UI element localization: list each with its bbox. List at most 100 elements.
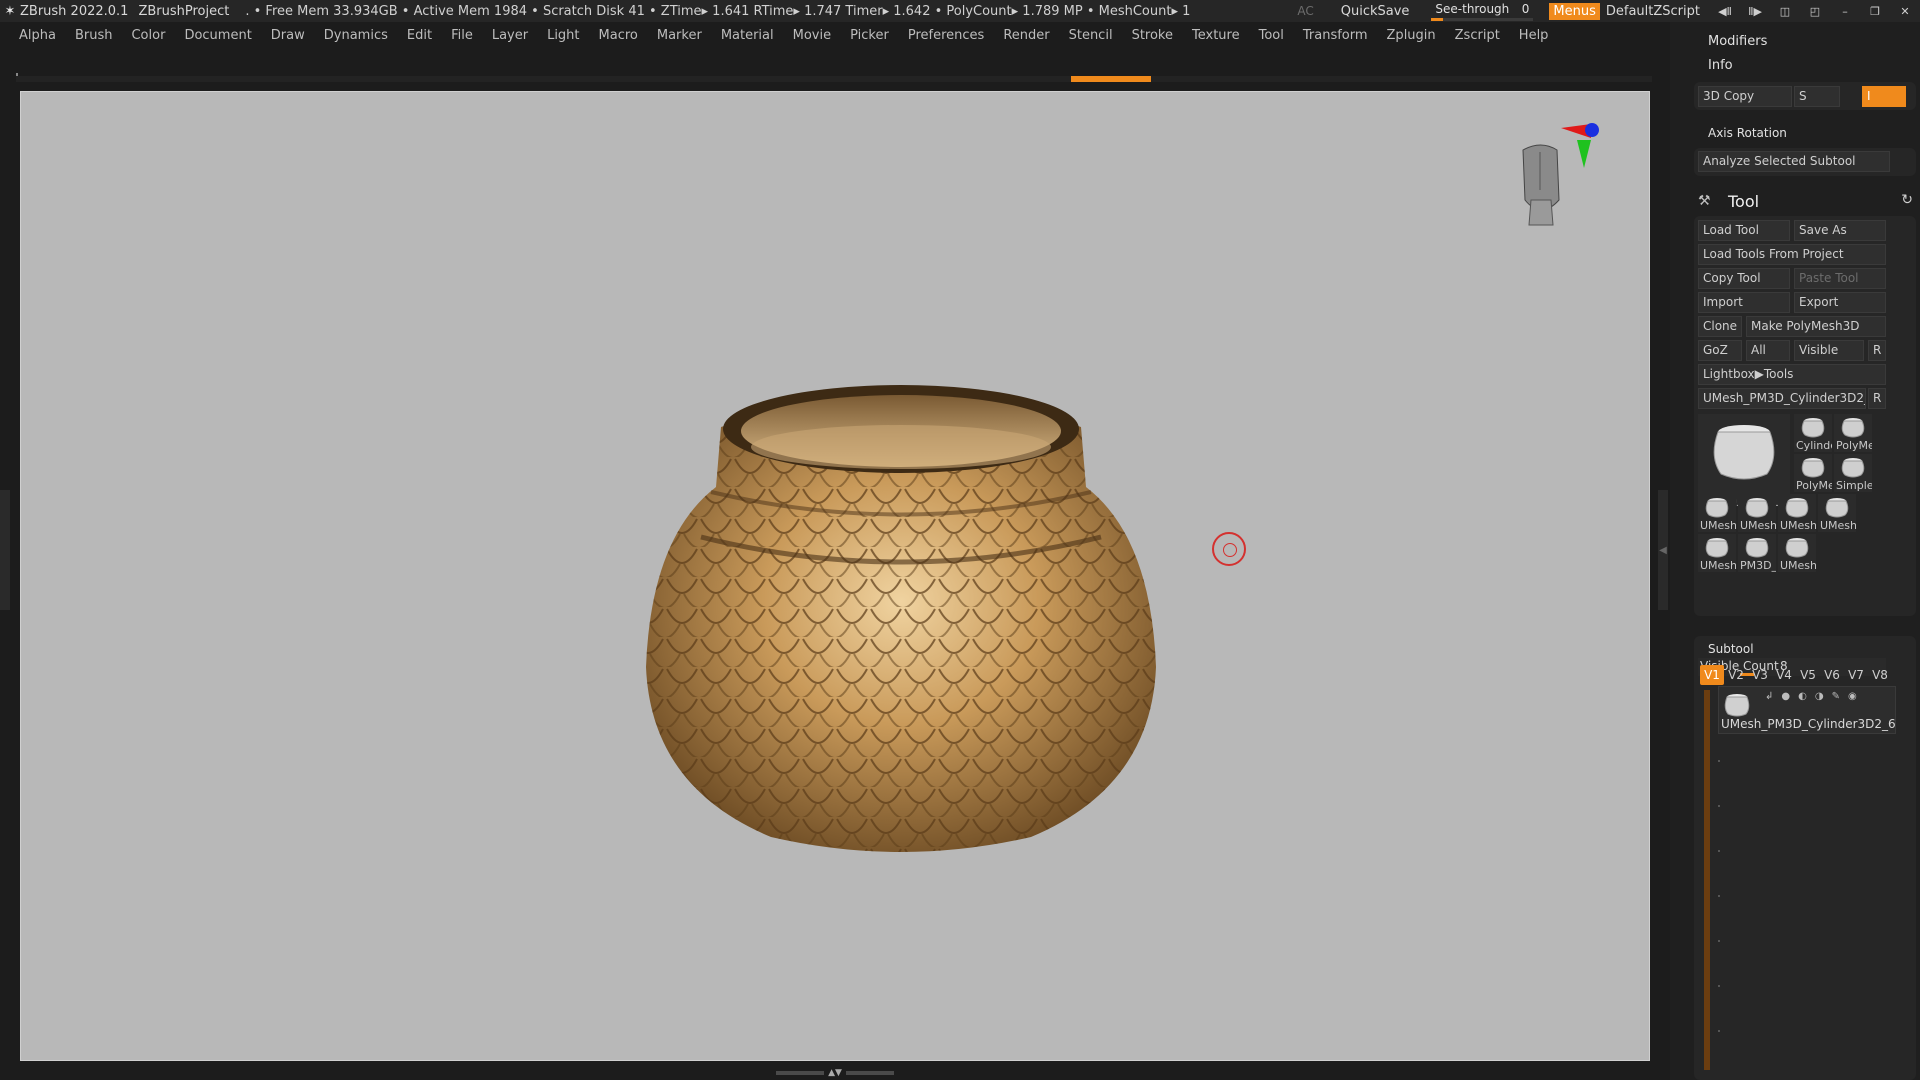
menu-zplugin[interactable]: Zplugin — [1387, 28, 1436, 43]
modifiers-header[interactable]: Modifiers — [1708, 34, 1767, 49]
menu-color[interactable]: Color — [131, 28, 165, 43]
restore-icon[interactable]: ❐ — [1863, 3, 1887, 19]
menu-alpha[interactable]: Alpha — [19, 28, 56, 43]
see-through-slider[interactable]: See-through 0 — [1431, 1, 1534, 21]
analyze-selected-subtool-button[interactable]: Analyze Selected Subtool — [1698, 151, 1890, 172]
menu-macro[interactable]: Macro — [599, 28, 638, 43]
goz-visible-button[interactable]: Visible — [1794, 340, 1864, 361]
visibility-tab-v2[interactable]: V2 — [1724, 665, 1748, 685]
save-as-button[interactable]: Save As — [1794, 220, 1886, 241]
reset-icon[interactable]: ↻ — [1901, 192, 1913, 208]
visibility-tab-v8[interactable]: V8 — [1868, 665, 1892, 685]
tool-thumbnail[interactable]: UMesh_ — [1738, 494, 1776, 532]
menu-document[interactable]: Document — [184, 28, 251, 43]
ui-layout2-icon[interactable]: ◰ — [1803, 3, 1827, 19]
subtool-polypaint-icon[interactable]: ● — [1781, 691, 1790, 702]
menu-draw[interactable]: Draw — [271, 28, 305, 43]
menu-edit[interactable]: Edit — [407, 28, 432, 43]
visibility-tab-v6[interactable]: V6 — [1820, 665, 1844, 685]
menu-dynamics[interactable]: Dynamics — [324, 28, 388, 43]
see-through-thumb[interactable] — [1431, 18, 1444, 21]
subtool-solo-icon[interactable]: ◐ — [1798, 691, 1807, 702]
s-button[interactable]: S — [1794, 86, 1840, 107]
menu-file[interactable]: File — [451, 28, 473, 43]
ui-layout-icon[interactable]: ◫ — [1773, 3, 1797, 19]
tool-thumbnail[interactable]: PolyMes — [1834, 414, 1872, 452]
subtool-eye-icon[interactable]: ◉ — [1848, 691, 1857, 702]
subtool-header[interactable]: Subtool — [1708, 642, 1754, 656]
orientation-gizmo[interactable] — [1511, 120, 1601, 260]
visibility-tab-v3[interactable]: V3 — [1748, 665, 1772, 685]
menu-stroke[interactable]: Stroke — [1132, 28, 1173, 43]
tool-thumbnail[interactable]: UMesh_ — [1778, 494, 1816, 532]
load-tools-from-project-button[interactable]: Load Tools From Project — [1698, 244, 1886, 265]
goz-r-button[interactable]: R — [1868, 340, 1886, 361]
menu-light[interactable]: Light — [547, 28, 579, 43]
menu-marker[interactable]: Marker — [657, 28, 702, 43]
menu-stencil[interactable]: Stencil — [1069, 28, 1113, 43]
visibility-tab-v1[interactable]: V1 — [1700, 665, 1724, 685]
copy-tool-button[interactable]: Copy Tool — [1698, 268, 1790, 289]
axis-rotation-header[interactable]: Axis Rotation — [1708, 126, 1787, 140]
3d-copy-button[interactable]: 3D Copy — [1698, 86, 1792, 107]
subtool-dynamic-icon[interactable]: ◑ — [1815, 691, 1824, 702]
menu-picker[interactable]: Picker — [850, 28, 889, 43]
load-tool-button[interactable]: Load Tool — [1698, 220, 1790, 241]
tool-thumbnail[interactable]: Cylinder — [1794, 414, 1832, 452]
menu-layer[interactable]: Layer — [492, 28, 528, 43]
menu-render[interactable]: Render — [1003, 28, 1049, 43]
goz-button[interactable]: GoZ — [1698, 340, 1742, 361]
subtool-visibility-tabs: V1 V2 V3 V4 V5 V6 V7 V8 — [1700, 665, 1892, 685]
subtool-arrow-icon[interactable]: ↲ — [1765, 691, 1773, 702]
make-polymesh3d-button[interactable]: Make PolyMesh3D — [1746, 316, 1886, 337]
bottom-tray-handle[interactable]: ▲▼ — [770, 1068, 900, 1078]
menu-help[interactable]: Help — [1519, 28, 1549, 43]
current-tool-r-button[interactable]: R — [1868, 388, 1886, 409]
subtool-name: UMesh_PM3D_Cylinder3D2_6 — [1721, 717, 1896, 731]
left-tray-handle[interactable] — [0, 490, 10, 610]
document-canvas[interactable] — [20, 91, 1650, 1061]
tool-thumbnail[interactable]: UMesh_ — [1778, 534, 1816, 572]
menu-texture[interactable]: Texture — [1192, 28, 1240, 43]
import-button[interactable]: Import — [1698, 292, 1790, 313]
menu-material[interactable]: Material — [721, 28, 774, 43]
layout-prev-icon[interactable]: ◀Ⅱ — [1713, 3, 1737, 19]
tool-palette-header[interactable]: ⚒ Tool ↻ — [1698, 190, 1913, 212]
visibility-tab-v5[interactable]: V5 — [1796, 665, 1820, 685]
subtool-list-scrollbar[interactable] — [1704, 690, 1710, 1070]
info-header[interactable]: Info — [1708, 58, 1733, 73]
visibility-tab-v4[interactable]: V4 — [1772, 665, 1796, 685]
menu-transform[interactable]: Transform — [1303, 28, 1368, 43]
i-button[interactable]: I — [1862, 86, 1906, 107]
tool-thumbnail[interactable]: PM3D_C — [1738, 534, 1776, 572]
goz-all-button[interactable]: All — [1746, 340, 1790, 361]
right-tray-handle[interactable]: ◀ — [1658, 490, 1668, 610]
clone-button[interactable]: Clone — [1698, 316, 1742, 337]
subtool-brush-icon[interactable]: ✎ — [1832, 691, 1840, 702]
tool-thumbnail[interactable]: UMesh_ — [1698, 534, 1736, 572]
menu-brush[interactable]: Brush — [75, 28, 113, 43]
close-icon[interactable]: ✕ — [1893, 3, 1917, 19]
layout-next-icon[interactable]: Ⅱ▶ — [1743, 3, 1767, 19]
menus-button[interactable]: Menus — [1549, 2, 1600, 20]
menu-tool[interactable]: Tool — [1259, 28, 1284, 43]
current-tool-slider[interactable]: UMesh_PM3D_Cylinder3D2_6 — [1698, 388, 1866, 409]
tool-thumbnail[interactable]: UMesh_ — [1818, 494, 1856, 532]
active-tool-thumbnail[interactable]: UMesh_PM3D_C — [1698, 414, 1790, 506]
menu-preferences[interactable]: Preferences — [908, 28, 984, 43]
export-button[interactable]: Export — [1794, 292, 1886, 313]
tool-thumbnail-label: UMesh_ — [1740, 519, 1776, 532]
visibility-tab-v7[interactable]: V7 — [1844, 665, 1868, 685]
paste-tool-button[interactable]: Paste Tool — [1794, 268, 1886, 289]
quicksave-button[interactable]: QuickSave — [1341, 4, 1410, 19]
tool-thumbnail[interactable]: SimpleB — [1834, 454, 1872, 492]
tool-thumbnail[interactable]: UMesh_ — [1698, 494, 1736, 532]
tool-thumbnail[interactable]: PolyMes — [1794, 454, 1832, 492]
ac-label[interactable]: AC — [1297, 4, 1313, 18]
subtool-item[interactable]: ↲ ● ◐ ◑ ✎ ◉ UMesh_PM3D_Cylinder3D2_6 — [1718, 686, 1896, 734]
minimize-icon[interactable]: – — [1833, 3, 1857, 19]
menu-zscript[interactable]: Zscript — [1455, 28, 1500, 43]
lightbox-tools-button[interactable]: Lightbox▶Tools — [1698, 364, 1886, 385]
default-zscript-button[interactable]: DefaultZScript — [1606, 4, 1700, 19]
menu-movie[interactable]: Movie — [793, 28, 831, 43]
